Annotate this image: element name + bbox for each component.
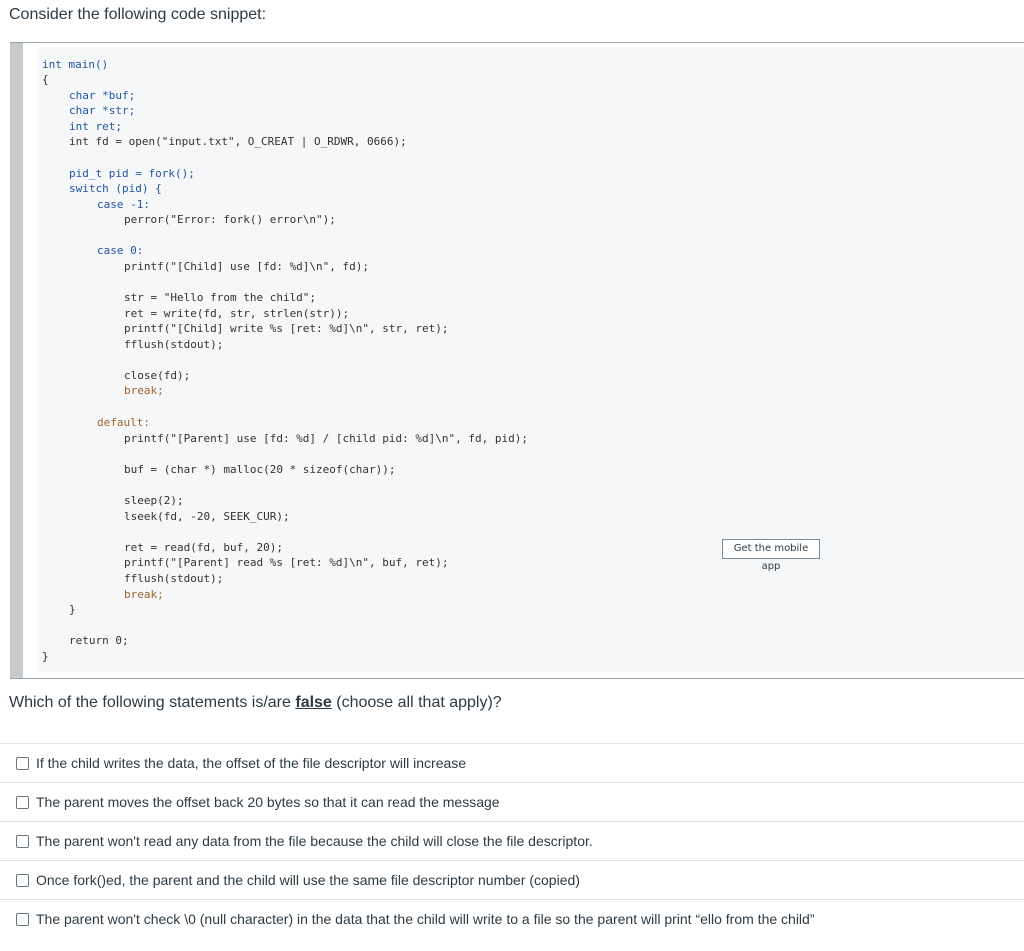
checkbox[interactable]	[16, 756, 29, 770]
code-line: {	[42, 73, 49, 86]
code-line: int ret;	[69, 120, 122, 133]
answer-label: The parent moves the offset back 20 byte…	[36, 794, 500, 810]
code-line: fflush(stdout);	[124, 338, 224, 351]
code-line: break;	[124, 384, 164, 397]
question-emphasis: false	[295, 694, 332, 711]
answer-label: The parent won't read any data from the …	[36, 833, 593, 849]
code-line: ret = read(fd, buf, 20);	[124, 541, 283, 554]
code-line: str = "Hello from the child";	[124, 291, 317, 304]
code-line: return 0;	[69, 634, 129, 647]
answer-label: Once fork()ed, the parent and the child …	[36, 872, 580, 888]
code-block: int main() { char *buf; char *str; int r…	[10, 42, 1024, 679]
code-line: sleep(2);	[124, 494, 184, 507]
code-line: break;	[124, 588, 164, 601]
answer-option[interactable]: Once fork()ed, the parent and the child …	[0, 860, 1024, 899]
code-line: printf("[Parent] read %s [ret: %d]\n", b…	[124, 556, 449, 569]
checkbox[interactable]	[16, 834, 29, 848]
code-line: printf("[Child] use [fd: %d]\n", fd);	[124, 260, 370, 273]
answer-option[interactable]: If the child writes the data, the offset…	[0, 743, 1024, 782]
code-line: char *buf;	[69, 89, 136, 102]
prompt-text: Consider the following code snippet:	[9, 6, 267, 23]
code-line: switch (pid) {	[69, 182, 162, 195]
code-line: close(fd);	[124, 369, 191, 382]
code-line: }	[42, 650, 49, 663]
answer-label: The parent won't check \0 (null characte…	[36, 911, 815, 927]
answer-option[interactable]: The parent won't read any data from the …	[0, 821, 1024, 860]
question-after: (choose all that apply)?	[331, 694, 502, 711]
code-line: fflush(stdout);	[124, 572, 224, 585]
question-text: Which of the following statements is/are…	[9, 694, 502, 712]
answer-label: If the child writes the data, the offset…	[36, 755, 467, 771]
get-mobile-app-button[interactable]: Get the mobile app	[722, 539, 820, 572]
checkbox[interactable]	[16, 795, 29, 809]
code-line: pid_t pid = fork();	[69, 167, 195, 180]
code-line: printf("[Parent] use [fd: %d] / [child p…	[124, 432, 528, 445]
code-line: printf("[Child] write %s [ret: %d]\n", s…	[124, 322, 449, 335]
code-line: int fd = open("input.txt", O_CREAT | O_R…	[69, 135, 407, 148]
code-lines: int main() { char *buf; char *str; int r…	[10, 43, 1024, 678]
code-line: default:	[97, 416, 150, 429]
code-line: case -1:	[97, 198, 150, 211]
checkbox[interactable]	[16, 912, 29, 926]
code-line: int main()	[42, 58, 109, 71]
code-line: lseek(fd, -20, SEEK_CUR);	[124, 510, 290, 523]
code-line: ret = write(fd, str, strlen(str));	[124, 307, 350, 320]
code-line: char *str;	[69, 104, 136, 117]
answer-option[interactable]: The parent moves the offset back 20 byte…	[0, 782, 1024, 821]
code-line: buf = (char *) malloc(20 * sizeof(char))…	[124, 463, 396, 476]
answer-option[interactable]: The parent won't check \0 (null characte…	[0, 899, 1024, 938]
checkbox[interactable]	[16, 873, 29, 887]
code-line: }	[69, 603, 76, 616]
code-line: perror("Error: fork() error\n");	[124, 213, 336, 226]
question-before: Which of the following statements is/are	[9, 694, 296, 711]
code-line: case 0:	[97, 244, 144, 257]
